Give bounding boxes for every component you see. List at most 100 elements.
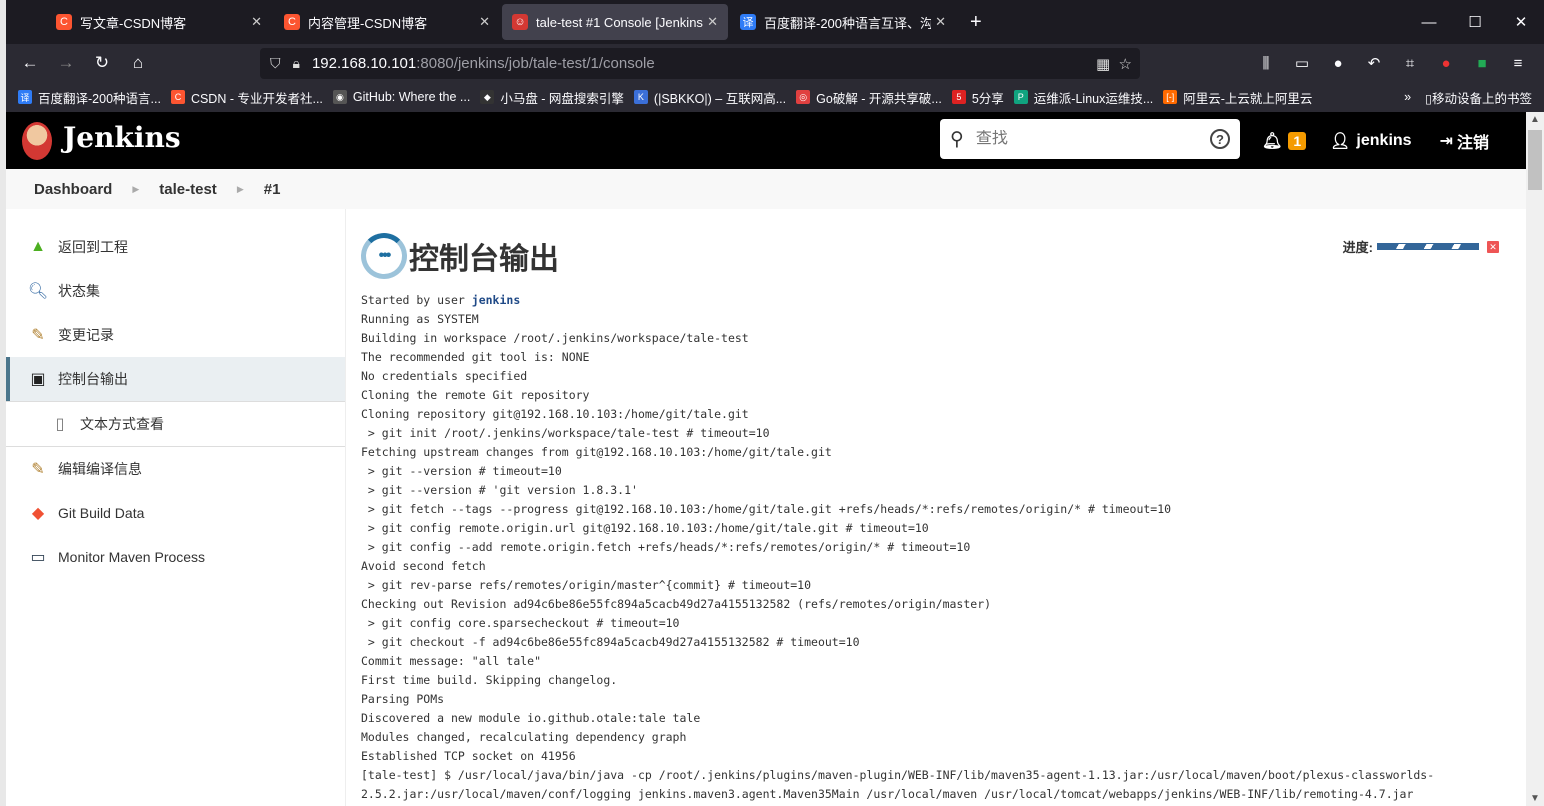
log-line: > git config remote.origin.url git@192.1…: [361, 521, 929, 535]
close-tab-icon[interactable]: ✕: [251, 14, 262, 30]
terminal-icon: ▣: [30, 371, 46, 388]
sidebar-item[interactable]: ✎ 编辑编译信息: [6, 447, 345, 491]
reload-button[interactable]: ↻: [84, 53, 120, 73]
csdn-icon: C: [284, 14, 300, 30]
bookmark-label: GitHub: Where the ...: [352, 90, 471, 104]
bookmark-item[interactable]: [-] 阿里云-上云就上阿里云: [1163, 88, 1312, 107]
back-button[interactable]: ←: [12, 53, 48, 73]
started-user-link[interactable]: jenkins: [472, 293, 520, 307]
log-line: > git fetch --tags --progress git@192.16…: [361, 502, 1172, 516]
menu-icon[interactable]: ≡: [1500, 55, 1536, 72]
bookmark-favicon-icon: [-]: [1163, 90, 1178, 104]
log-line: Fetching upstream changes from git@192.1…: [361, 445, 832, 459]
logout-icon: ⇥: [1439, 132, 1453, 150]
vertical-scrollbar[interactable]: ▲ ▼: [1526, 112, 1544, 806]
bookmark-favicon-icon: 译: [18, 90, 32, 104]
sidebar-item[interactable]: ▭ Monitor Maven Process: [6, 535, 345, 579]
log-line: First time build. Skipping changelog.: [361, 673, 618, 687]
bookmark-item[interactable]: P 运维派-Linux运维技...: [1013, 88, 1154, 107]
chevron-right-icon[interactable]: ▶: [132, 184, 139, 195]
bookmark-label: 运维派-Linux运维技...: [1033, 91, 1154, 106]
crop-icon[interactable]: ⌗: [1392, 55, 1428, 72]
sidebar-item[interactable]: ◆ Git Build Data: [6, 491, 345, 535]
new-tab-button[interactable]: +: [970, 11, 982, 34]
bookmark-label: CSDN - 专业开发者社...: [190, 91, 323, 106]
sidebar-icon[interactable]: ▭: [1284, 54, 1320, 72]
maximize-button[interactable]: ☐: [1452, 13, 1498, 31]
browser-tab[interactable]: 译百度翻译-200种语言互译、沟通 ✕: [730, 4, 956, 40]
bookmark-item[interactable]: ◎ Go破解 - 开源共享破...: [796, 88, 942, 107]
sidebar-item[interactable]: ✎ 变更记录: [6, 313, 345, 357]
bookmark-item[interactable]: 5 5分享: [951, 88, 1004, 107]
tab-bar: C 写文章-CSDN博客 ✕ C 内容管理-CSDN博客 ✕ ☺ tale-test #1 C…: [6, 0, 1544, 44]
close-window-button[interactable]: ✕: [1498, 13, 1544, 31]
breadcrumb-dashboard[interactable]: Dashboard: [34, 181, 112, 198]
bell-icon[interactable]: 🔔︎: [1262, 131, 1282, 151]
bookmark-favicon-icon: P: [1013, 90, 1028, 104]
mobile-bookmarks[interactable]: ▯移动设备上的书签: [1425, 88, 1532, 107]
bookmark-label: (|SBKKO|) – 互联网高...: [653, 91, 787, 106]
jenkins-brand[interactable]: Jenkins: [63, 121, 181, 154]
close-tab-icon[interactable]: ✕: [935, 14, 946, 30]
extension-icon[interactable]: ●: [1428, 55, 1464, 72]
search-input[interactable]: [975, 130, 1196, 148]
extension-green-icon[interactable]: ■: [1464, 55, 1500, 72]
home-button[interactable]: ⌂: [120, 53, 156, 73]
bookmark-item[interactable]: K (|SBKKO|) – 互联网高...: [633, 88, 787, 107]
undo-icon[interactable]: ↶: [1356, 54, 1392, 72]
log-line: Checking out Revision ad94c6be86e55fc894…: [361, 597, 992, 611]
qr-code-icon[interactable]: ▦: [1096, 56, 1110, 73]
log-line: Commit message: "all tale": [361, 654, 542, 668]
scrollbar-thumb[interactable]: [1528, 130, 1542, 190]
search-icon: ⚲: [950, 128, 964, 150]
chevron-right-icon[interactable]: ▶: [237, 184, 244, 195]
breadcrumb-build[interactable]: #1: [264, 181, 281, 198]
bookmark-item[interactable]: 译百度翻译-200种语言...: [18, 88, 161, 107]
account-icon[interactable]: ●: [1320, 55, 1356, 72]
minimize-button[interactable]: —: [1406, 14, 1452, 31]
log-line: Running as SYSTEM: [361, 312, 479, 326]
jenkins-logo[interactable]: [22, 122, 52, 160]
bookmark-label: 5分享: [971, 91, 1004, 106]
log-line: Parsing POMs: [361, 692, 445, 706]
close-tab-icon[interactable]: ✕: [479, 14, 490, 30]
user-link[interactable]: jenkins: [1356, 132, 1411, 150]
bookmark-label: 百度翻译-200种语言...: [38, 91, 161, 106]
breadcrumb: Dashboard ▶ tale-test ▶ #1: [6, 169, 1526, 209]
library-icon[interactable]: ⫼: [1248, 55, 1284, 72]
log-line: > git --version # 'git version 1.8.3.1': [361, 483, 638, 497]
help-icon[interactable]: ?: [1210, 129, 1230, 149]
sidebar-item[interactable]: ▯ 文本方式查看: [6, 401, 345, 447]
bookmark-item[interactable]: C CSDN - 专业开发者社...: [170, 88, 323, 107]
bookmark-item[interactable]: ◆ 小马盘 - 网盘搜索引擎: [480, 88, 624, 107]
notification-badge[interactable]: 1: [1288, 131, 1307, 150]
bookmark-star-icon[interactable]: ☆: [1119, 56, 1132, 73]
jenkins-icon: ☺: [512, 14, 528, 30]
bookmark-favicon-icon: K: [633, 90, 648, 104]
url-path: :8080/jenkins/job/tale-test/1/console: [416, 55, 655, 72]
baidu-translate-icon: 译: [740, 14, 756, 30]
sidebar-item[interactable]: ▣ 控制台输出: [6, 357, 345, 401]
forward-button[interactable]: →: [48, 53, 84, 73]
bookmark-favicon-icon: ◉: [332, 90, 347, 104]
mobile-bookmarks-label: 移动设备上的书签: [1431, 91, 1532, 106]
sidebar-item[interactable]: ▲ 返回到工程: [6, 225, 345, 269]
browser-tab[interactable]: C 写文章-CSDN博客 ✕: [46, 4, 272, 40]
console-log: Started by user jenkins Running as SYSTE…: [361, 291, 1521, 804]
browser-tab[interactable]: C 内容管理-CSDN博客 ✕: [274, 4, 500, 40]
stop-build-icon[interactable]: ✕: [1487, 240, 1499, 253]
log-line: No credentials specified: [361, 369, 528, 383]
browser-tab[interactable]: ☺ tale-test #1 Console [Jenkins] ✕: [502, 4, 728, 40]
breadcrumb-job[interactable]: tale-test: [159, 181, 217, 198]
bookmarks-bar: 译百度翻译-200种语言... C CSDN - 专业开发者社... ◉ GitHub:…: [6, 82, 1544, 112]
address-bar[interactable]: ⛉ 🔒︎ 192.168.10.101:8080/jenkins/job/tal…: [260, 48, 1140, 79]
progress-label: 进度:: [1342, 240, 1373, 255]
sidebar: ▲ 返回到工程 🔍︎ 状态集 ✎ 变更记录 ▣ 控制台输出 ▯ 文本方式查看 ✎ 编辑编译信息 ◆ Git…: [6, 209, 346, 806]
logout-link[interactable]: 注销: [1457, 129, 1489, 153]
sidebar-item[interactable]: 🔍︎ 状态集: [6, 269, 345, 313]
close-tab-icon[interactable]: ✕: [707, 14, 718, 30]
sidebar-item-label: 状态集: [58, 283, 100, 299]
more-bookmarks-icon[interactable]: »: [1404, 90, 1411, 104]
sidebar-item-label: 变更记录: [58, 327, 114, 343]
bookmark-item[interactable]: ◉ GitHub: Where the ...: [332, 88, 471, 107]
